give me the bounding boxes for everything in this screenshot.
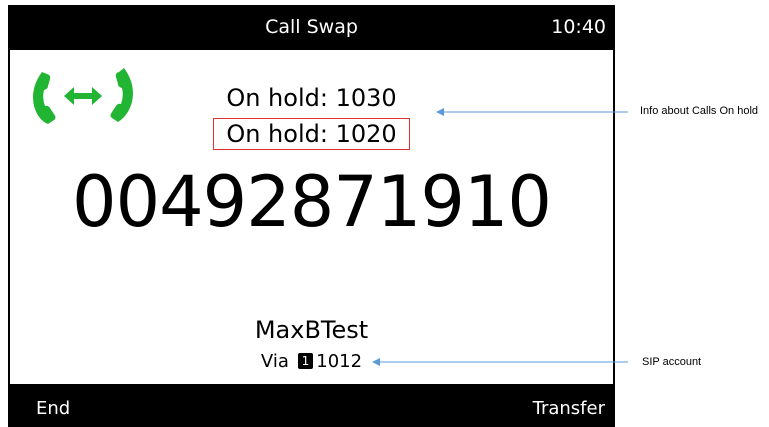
phone-display: Call Swap 10:40 On hold: 1030 On hold: 1…	[8, 5, 615, 427]
clock: 10:40	[551, 16, 606, 38]
screen-title: Call Swap	[265, 16, 358, 38]
sip-account-number: 1012	[316, 351, 363, 372]
on-hold-call-2-label: On hold: 1020	[213, 118, 410, 150]
softkey-bar: End Transfer	[8, 389, 615, 427]
title-bar: Call Swap 10:40	[8, 5, 615, 50]
end-softkey[interactable]: End	[36, 398, 70, 419]
on-hold-call-1: On hold: 1030	[226, 84, 397, 112]
via-label: Via	[260, 351, 289, 372]
call-screen: On hold: 1030 On hold: 1020 00492871910 …	[10, 50, 613, 384]
on-hold-call-2: On hold: 1020	[10, 118, 613, 150]
caller-name: MaxBTest	[254, 316, 369, 344]
sip-account-annotation: SIP account	[642, 356, 702, 368]
active-call-number: 00492871910	[72, 161, 552, 243]
hold-info-annotation: Info about Calls On hold	[640, 105, 759, 117]
transfer-softkey[interactable]: Transfer	[533, 398, 605, 419]
via-account: Via 1 1012	[10, 350, 613, 374]
account-index-badge: 1	[297, 353, 314, 369]
